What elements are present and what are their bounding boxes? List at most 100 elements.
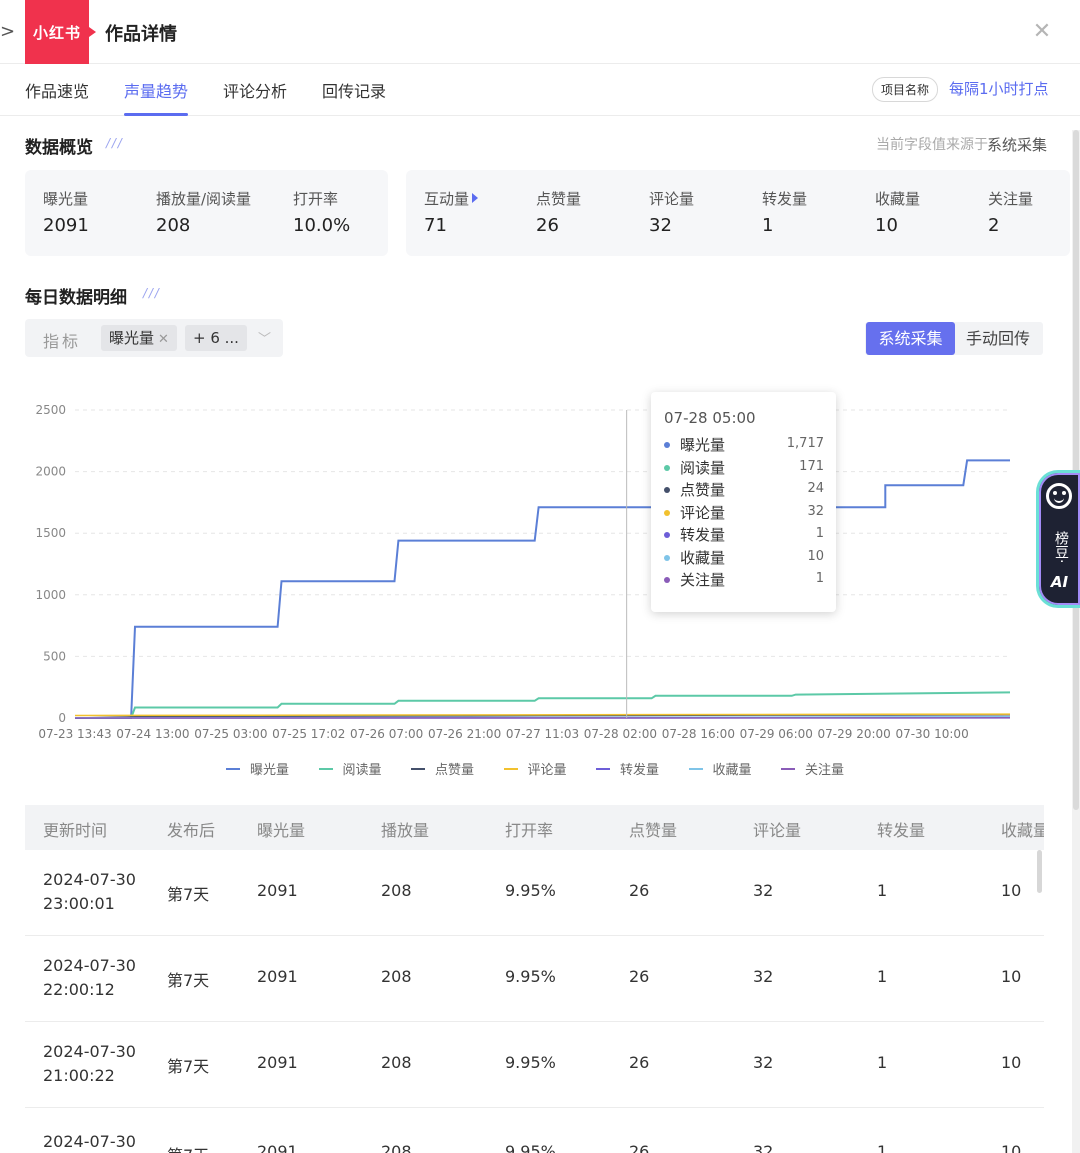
page-scrollbar[interactable]: [1072, 130, 1080, 1153]
series-line-1: [75, 459, 1010, 719]
tab-comments[interactable]: 评论分析: [223, 78, 287, 116]
cell-comments: 32: [753, 881, 774, 900]
metric-label: 点赞量: [536, 190, 582, 208]
cell-plays: 208: [381, 967, 412, 986]
metric-label-text: 互动量: [424, 190, 470, 208]
metric-value: 2: [988, 215, 1000, 236]
table-scrollbar[interactable]: [1037, 850, 1042, 893]
cell-shares: 1: [877, 1053, 888, 1072]
tooltip-series-name: 收藏量: [680, 548, 726, 567]
chevron-down-icon[interactable]: ﹀: [258, 328, 271, 347]
col-header: 曝光量: [257, 821, 306, 840]
metric-follows: 关注量 2: [988, 188, 1033, 236]
cell-clock: 23:00:01: [43, 894, 115, 913]
metric-label: 关注量: [988, 190, 1034, 208]
cell-open-rate: 9.95%: [505, 967, 556, 986]
project-name-link[interactable]: 每隔1小时打点: [949, 78, 1049, 99]
x-tick-label: 07-28 16:00: [662, 727, 735, 741]
tooltip-series-name: 点赞量: [680, 481, 726, 499]
tooltip-row: 关注量 1: [664, 569, 824, 591]
cell-favorites: 10: [1001, 967, 1022, 986]
metric-filter[interactable]: 指标 曝光量 ✕ + 6 ... ﹀: [25, 319, 283, 357]
caret-right-icon: [472, 193, 479, 203]
cell-date: 2024-07-30: [43, 956, 136, 975]
filter-more-tag[interactable]: + 6 ...: [185, 325, 247, 351]
tooltip-series-value: 10: [807, 548, 824, 564]
cell-clock: 21:00:22: [43, 1066, 115, 1085]
series-dot-icon: [664, 509, 670, 516]
cell-plays: 208: [381, 1053, 412, 1072]
chevron-right-icon[interactable]: >: [0, 20, 15, 44]
trend-chart[interactable]: 0 500 1000 1500 2000 2500 07-23 13:43 07-24 13:…: [0, 380, 1030, 750]
cell-date: 2024-07-30: [43, 1132, 136, 1151]
ai-assistant-widget[interactable]: 榜豆· AI: [1036, 470, 1080, 608]
tooltip-row: 转发量 1: [664, 524, 824, 546]
tooltip-series-name: 阅读量: [680, 458, 726, 477]
cell-likes: 26: [629, 967, 650, 986]
source-value: 系统采集: [986, 136, 1047, 154]
col-header: 播放量: [381, 821, 430, 840]
chart-tooltip: 07-28 05:00 曝光量 1,717 阅读量 171 点赞量 24 评论量 32 转发量 1…: [651, 392, 836, 612]
cell-favorites: 10: [1001, 1142, 1022, 1153]
toggle-manual[interactable]: 手动回传: [955, 322, 1041, 355]
metric-group-reach: 曝光量 2091 播放量/阅读量 208 打开率 10.0%: [25, 170, 388, 256]
cell-shares: 1: [877, 1142, 888, 1153]
overview-title: 数据概览: [25, 138, 93, 158]
tooltip-row: 阅读量 171: [664, 457, 824, 479]
table-row: 2024-07-30 21:00:22 第7天 2091 208 9.95% 26…: [25, 1022, 1044, 1108]
table-row: 2024-07-30 23:00:01 第7天 2091 208 9.95% 26…: [25, 850, 1044, 936]
cell-favorites: 10: [1001, 881, 1022, 900]
cell-time: 2024-07-30 23:00:01: [43, 868, 136, 916]
col-header: 转发量: [877, 821, 926, 840]
tab-callback[interactable]: 回传记录: [322, 78, 386, 116]
metric-label: 收藏量: [875, 190, 921, 208]
metric-exposure: 曝光量 2091: [43, 188, 89, 236]
table-row: 2024-07-30 第7天 2091 208 9.95% 26 32 1 10: [25, 1108, 1044, 1153]
metric-label: 转发量: [762, 190, 808, 208]
logo-tip: [89, 27, 96, 37]
x-tick-label: 07-23 13:43: [38, 727, 111, 741]
tab-trend[interactable]: 声量趋势: [124, 78, 189, 116]
cell-comments: 32: [753, 967, 774, 986]
header-bar: > 小红书 作品详情 ✕: [0, 0, 1080, 64]
daily-title: 每日数据明细: [25, 288, 127, 308]
legend-swatch-icon: [226, 768, 240, 770]
x-tick-label: 07-26 07:00: [350, 727, 423, 741]
legend-swatch-icon: [503, 768, 518, 770]
col-header: 收藏量: [1001, 821, 1044, 840]
close-icon[interactable]: ✕: [1030, 20, 1054, 44]
metric-favorites: 收藏量 10: [875, 188, 920, 236]
title-decoration-icon: / / /: [143, 286, 159, 300]
title-decoration-icon: / / /: [106, 136, 122, 150]
metric-label: 播放量/阅读量: [156, 190, 252, 208]
tooltip-series-value: 24: [807, 481, 824, 496]
metric-value: 1: [762, 215, 774, 236]
tooltip-series-value: 1,717: [786, 436, 824, 451]
series-dot-icon: [664, 577, 670, 583]
tooltip-series-value: 1: [815, 571, 824, 586]
metric-value: 10.0%: [293, 215, 351, 236]
robot-face-icon: [1046, 483, 1072, 509]
tooltip-series-name: 转发量: [680, 526, 726, 544]
series-dot-icon: [664, 532, 670, 538]
filter-label: 指标: [43, 332, 82, 351]
tooltip-series-value: 171: [799, 458, 824, 474]
project-chip: 项目名称: [872, 77, 939, 102]
legend-label: 点赞量: [435, 763, 475, 778]
cell-after: 第7天: [167, 1057, 210, 1076]
cell-likes: 26: [629, 1142, 650, 1153]
metric-interactions[interactable]: 互动量 71: [424, 188, 479, 236]
cell-date: 2024-07-30: [43, 870, 136, 889]
legend-label: 评论量: [527, 763, 567, 778]
cell-time: 2024-07-30 21:00:22: [43, 1040, 136, 1088]
ai-widget-text: 榜豆·: [1053, 530, 1069, 564]
cell-shares: 1: [877, 881, 888, 900]
series-dot-icon: [664, 442, 670, 448]
logo-text: 小红书: [32, 23, 81, 42]
cell-likes: 26: [629, 1053, 650, 1072]
close-icon[interactable]: ✕: [158, 332, 169, 347]
toggle-system[interactable]: 系统采集: [866, 322, 955, 355]
tab-overview[interactable]: 作品速览: [25, 78, 89, 116]
col-header: 发布后: [167, 821, 216, 840]
cell-time: 2024-07-30: [43, 1130, 136, 1153]
